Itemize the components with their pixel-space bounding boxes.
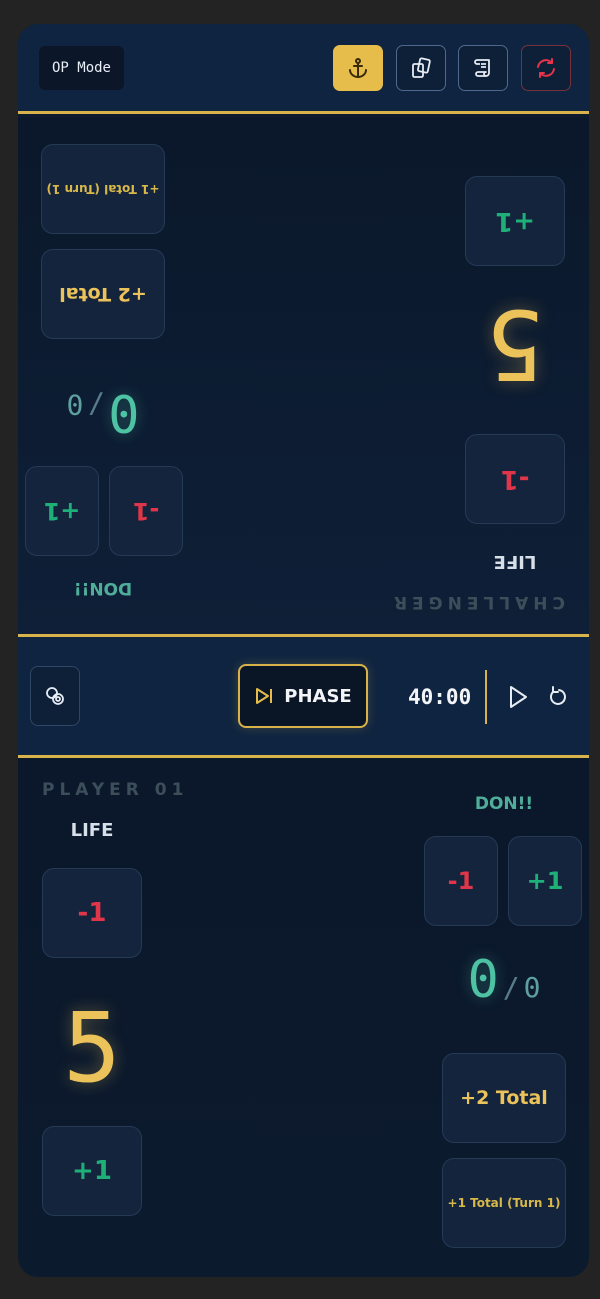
sync-button[interactable]: [521, 45, 571, 91]
opponent-life-plus-button[interactable]: +1: [465, 176, 565, 266]
player-plus-one-total-button[interactable]: +1 Total (Turn 1): [442, 1158, 566, 1248]
timer-divider: [485, 670, 487, 724]
player-don-current: 0: [467, 950, 499, 1010]
middle-control-bar: PHASE 40:00: [18, 634, 589, 758]
opponent-plus-one-total-button[interactable]: +1 Total (Turn 1): [41, 144, 165, 234]
top-toolbar: OP Mode: [18, 24, 589, 114]
skip-forward-icon: [256, 688, 273, 704]
app-frame: OP Mode CHALLENGER LIFE -1 5 +1 DON!! -1…: [18, 24, 589, 1277]
player-name: PLAYER 01: [42, 780, 189, 800]
opponent-don-max: 0: [66, 388, 84, 421]
player-don-plus-button[interactable]: +1: [508, 836, 582, 926]
scroll-button[interactable]: [458, 45, 508, 91]
opponent-life-minus-button[interactable]: -1: [465, 434, 565, 524]
phase-label: PHASE: [284, 685, 352, 707]
player-plus-two-total-button[interactable]: +2 Total: [442, 1053, 566, 1143]
sync-icon: [537, 58, 555, 78]
game-timer: 40:00: [408, 685, 472, 709]
op-mode-button[interactable]: OP Mode: [39, 46, 124, 90]
player-life-value: 5: [63, 992, 121, 1104]
opponent-life-label: LIFE: [493, 551, 537, 572]
phase-button[interactable]: PHASE: [238, 664, 368, 728]
reset-icon[interactable]: [546, 681, 572, 713]
opponent-plus-two-total-button[interactable]: +2 Total: [41, 249, 165, 339]
scroll-icon: [474, 59, 490, 77]
anchor-icon: [349, 58, 367, 79]
play-icon[interactable]: [505, 681, 531, 713]
player-life-plus-button[interactable]: +1: [42, 1126, 142, 1216]
anchor-button[interactable]: [333, 45, 383, 91]
player-don-max: 0: [523, 971, 541, 1004]
coins-button[interactable]: [30, 666, 80, 726]
player-life-minus-button[interactable]: -1: [42, 868, 142, 958]
opponent-don-current: 0: [108, 382, 140, 442]
opponent-don-minus-button[interactable]: -1: [109, 466, 183, 556]
cards-icon: [412, 57, 431, 78]
player-life-label: LIFE: [70, 820, 114, 841]
player-don-separator: /: [502, 971, 520, 1004]
coins-icon: [46, 687, 64, 705]
player-panel: PLAYER 01 LIFE -1 5 +1 DON!! -1 +1 0 / 0…: [18, 758, 589, 1277]
opponent-don-plus-button[interactable]: +1: [25, 466, 99, 556]
opponent-don-counter: 0 / 0: [23, 352, 183, 442]
player-don-minus-button[interactable]: -1: [424, 836, 498, 926]
cards-button[interactable]: [396, 45, 446, 91]
opponent-don-label: DON!!: [73, 578, 133, 598]
opponent-don-separator: /: [87, 388, 105, 421]
player-don-counter: 0 / 0: [424, 950, 584, 1040]
opponent-name: CHALLENGER: [388, 592, 565, 612]
opponent-panel: CHALLENGER LIFE -1 5 +1 DON!! -1 +1 0 / …: [18, 117, 589, 634]
opponent-life-value: 5: [486, 288, 544, 400]
player-don-label: DON!!: [474, 794, 534, 814]
